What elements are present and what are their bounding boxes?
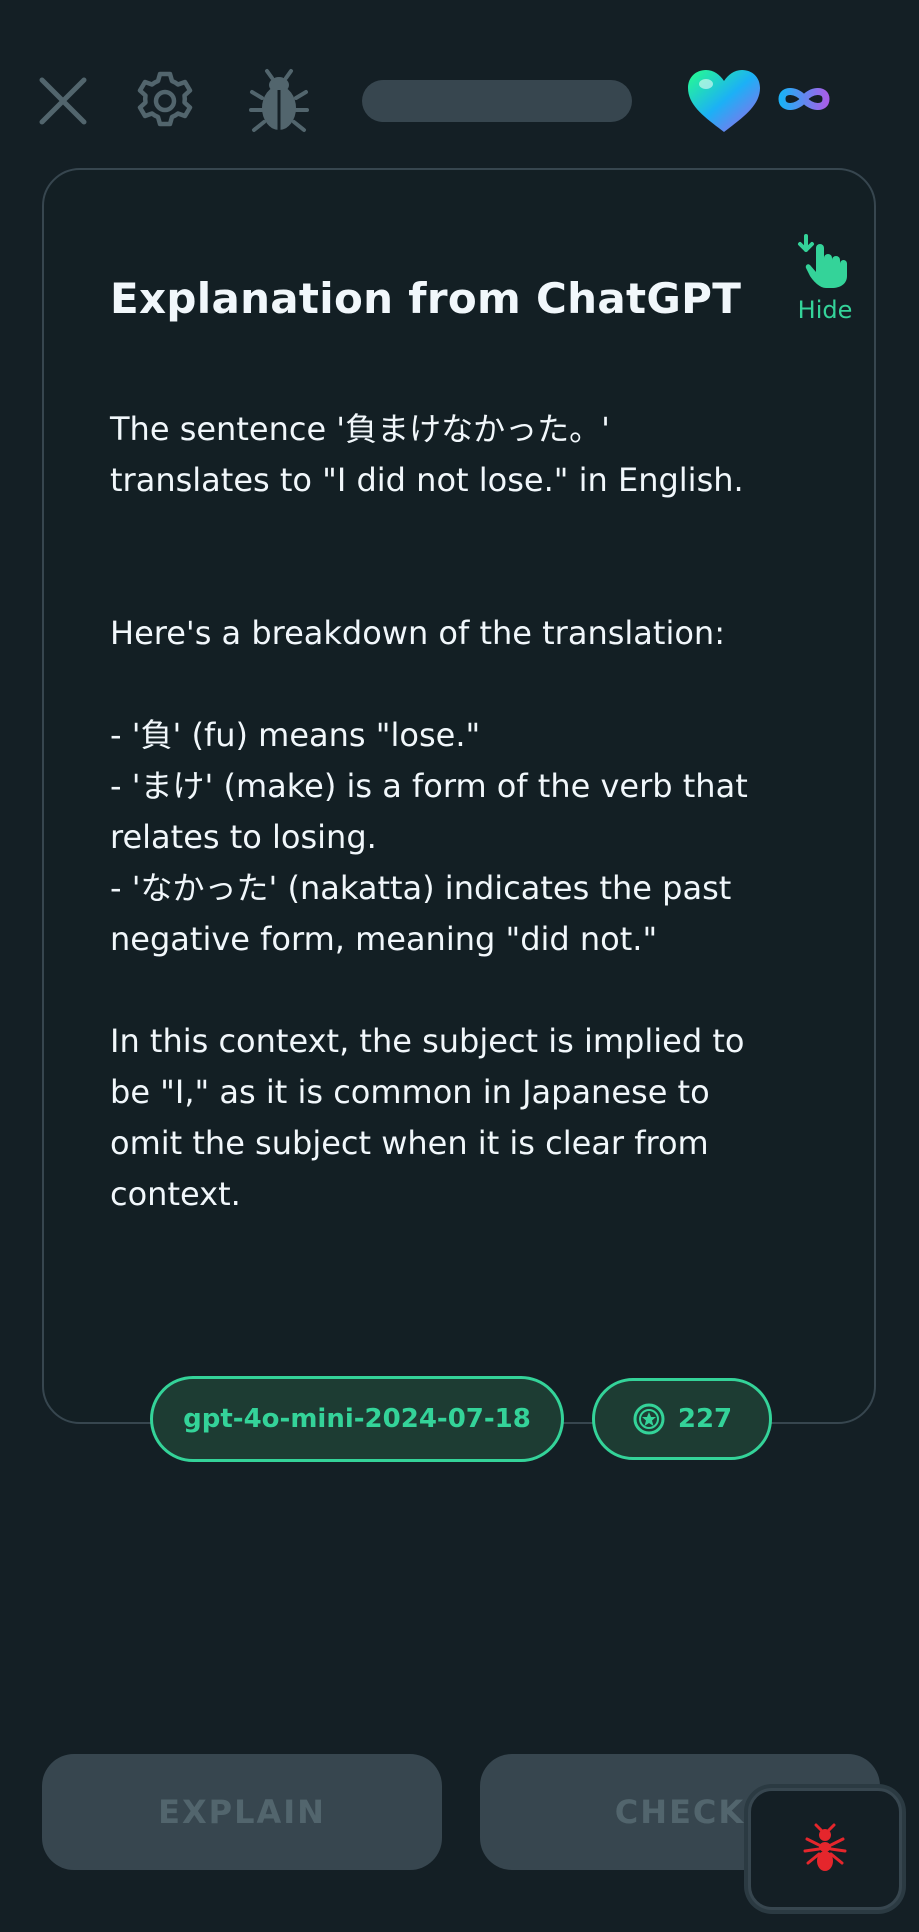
- token-count-badge: 227: [592, 1378, 772, 1460]
- heart-icon[interactable]: [686, 68, 762, 134]
- tap-hand-icon: [798, 234, 847, 288]
- explain-button[interactable]: EXPLAIN: [42, 1754, 442, 1870]
- hide-label: Hide: [797, 296, 853, 324]
- star-coin-icon: [633, 1403, 665, 1435]
- ant-icon: [803, 1823, 847, 1871]
- debug-fab-button[interactable]: [748, 1788, 902, 1910]
- infinity-icon: [778, 88, 830, 110]
- lesson-screen: Explanation from ChatGPT Hide The senten…: [0, 0, 919, 1932]
- explanation-text: The sentence '負まけなかった。' translates to "I…: [110, 410, 748, 1213]
- lesson-progress-bar: [362, 80, 632, 122]
- token-count-value: 227: [677, 1404, 733, 1434]
- bug-icon[interactable]: [248, 68, 310, 134]
- explanation-card: Explanation from ChatGPT Hide The senten…: [42, 168, 876, 1424]
- card-title: Explanation from ChatGPT: [110, 274, 742, 323]
- close-icon[interactable]: [36, 74, 90, 128]
- model-badge: gpt-4o-mini-2024-07-18: [150, 1376, 564, 1462]
- hide-explanation-button[interactable]: Hide: [780, 230, 870, 338]
- gear-icon[interactable]: [134, 70, 196, 132]
